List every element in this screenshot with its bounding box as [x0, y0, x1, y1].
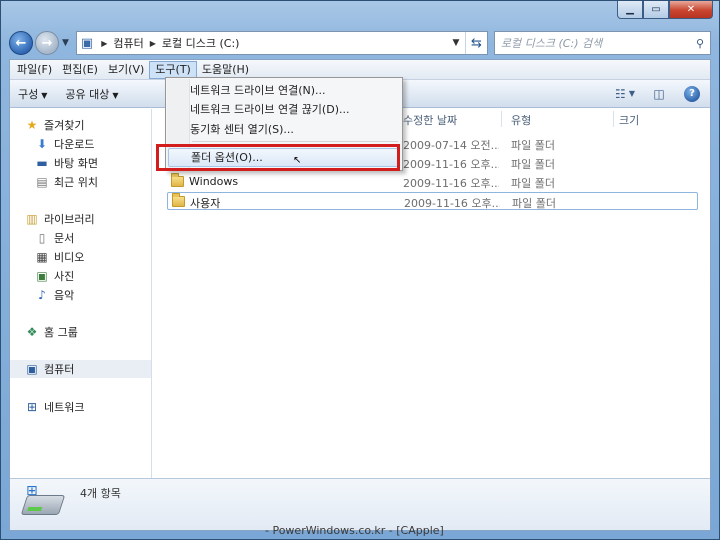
nav-libraries[interactable]: ▥ 라이브러리: [24, 210, 165, 228]
menu-view[interactable]: 보기(V): [103, 61, 149, 79]
menu-item-disconnect-network-drive[interactable]: 네트워크 드라이브 연결 끊기(D)...: [168, 100, 400, 119]
recent-places-icon: ▤: [36, 175, 48, 189]
mouse-cursor-icon: ↖: [293, 155, 302, 166]
libraries-icon: ▥: [26, 212, 38, 226]
item-count: 4개 항목: [80, 487, 121, 500]
file-type: 파일 폴더: [511, 158, 555, 171]
menu-tools[interactable]: 도구(T): [149, 60, 197, 79]
menu-item-open-sync-center[interactable]: 동기화 센터 열기(S)...: [168, 120, 400, 139]
view-options-button[interactable]: ☷ ▼: [615, 85, 635, 103]
file-type: 파일 폴더: [511, 139, 555, 152]
nav-label: 최근 위치: [54, 176, 98, 189]
menu-file[interactable]: 파일(F): [12, 61, 57, 79]
nav-label: 컴퓨터: [44, 363, 75, 376]
file-type: 파일 폴더: [511, 177, 555, 190]
menu-help[interactable]: 도움말(H): [197, 61, 254, 79]
refresh-button[interactable]: ⇆: [464, 32, 487, 54]
navigation-bar: ← → ▼ ▣ ▶ 컴퓨터 ▶ 로컬 디스크 (C:) ▼ ⇆ 로컬 디스크 (…: [9, 29, 711, 57]
computer-icon: ▣: [80, 35, 94, 51]
breadcrumb-computer[interactable]: 컴퓨터: [113, 35, 143, 51]
music-icon: ♪: [38, 288, 46, 302]
search-placeholder: 로컬 디스크 (C:) 검색: [500, 37, 603, 50]
nav-label: 바탕 화면: [54, 157, 98, 170]
downloads-folder-icon: ⬇: [36, 137, 48, 151]
column-divider[interactable]: [613, 111, 614, 127]
column-size[interactable]: 크기: [619, 112, 639, 128]
watermark: - PowerWindows.co.kr - [CApple]: [265, 524, 444, 537]
chevron-down-icon: ▼: [41, 90, 48, 100]
file-date: 2009-11-16 오후...: [403, 177, 499, 190]
nav-homegroup[interactable]: ❖ 홈 그룹: [24, 323, 165, 341]
nav-label: 네트워크: [44, 401, 85, 414]
file-row[interactable]: 사용자 2009-11-16 오후... 파일 폴더: [167, 192, 698, 210]
nav-network[interactable]: ⊞ 네트워크: [24, 398, 165, 416]
desktop-icon: ▬: [36, 156, 48, 170]
column-date-modified[interactable]: 수정한 날짜: [403, 112, 457, 128]
file-type: 파일 폴더: [512, 197, 556, 210]
network-icon: ⊞: [26, 400, 38, 414]
file-date: 2009-11-16 오후...: [403, 158, 499, 171]
video-icon: ▦: [36, 250, 48, 264]
file-name: Windows: [189, 175, 239, 188]
documents-icon: ▯: [38, 231, 46, 245]
file-row[interactable]: Windows 2009-11-16 오후... 파일 폴더: [167, 173, 698, 191]
folder-icon: [171, 173, 184, 187]
search-input[interactable]: 로컬 디스크 (C:) 검색 ⚲: [493, 31, 711, 55]
nav-label: 즐겨찾기: [44, 119, 85, 132]
forward-button[interactable]: →: [35, 31, 59, 55]
column-divider[interactable]: [501, 111, 502, 127]
highlight-box: [156, 144, 400, 171]
column-type[interactable]: 유형: [511, 112, 531, 128]
search-icon[interactable]: ⚲: [690, 37, 710, 50]
share-label: 공유 대상: [65, 87, 110, 101]
address-bar[interactable]: ▣ ▶ 컴퓨터 ▶ 로컬 디스크 (C:) ▼ ⇆: [75, 31, 488, 55]
menu-item-map-network-drive[interactable]: 네트워크 드라이브 연결(N)...: [168, 81, 400, 100]
nav-label: 다운로드: [54, 138, 95, 151]
file-date: 2009-11-16 오후...: [404, 197, 500, 210]
organize-label: 구성: [18, 87, 39, 101]
nav-label: 문서: [54, 232, 75, 245]
menu-separator: [192, 141, 398, 142]
breadcrumb-separator[interactable]: ▶: [150, 39, 156, 48]
arrow-left-icon: ←: [15, 35, 27, 51]
maximize-button[interactable]: ▭: [643, 1, 669, 19]
address-dropdown[interactable]: ▼: [447, 32, 465, 54]
details-pane: ⊞ 4개 항목: [10, 478, 710, 530]
preview-pane-button[interactable]: ◫: [650, 85, 668, 103]
close-button[interactable]: ✕: [669, 1, 713, 19]
breadcrumb-separator[interactable]: ▶: [101, 39, 107, 48]
nav-label: 비디오: [54, 251, 85, 264]
navigation-pane: ★ 즐겨찾기 ⬇ 다운로드 ▬ 바탕 화면 ▤ 최근 위치 ▥ 라이브러리 ▯ …: [10, 109, 152, 478]
pictures-icon: ▣: [36, 269, 48, 283]
menu-edit[interactable]: 편집(E): [57, 61, 103, 79]
windows-logo-icon: ⊞: [26, 483, 38, 499]
share-with-button[interactable]: 공유 대상 ▼: [65, 86, 118, 102]
nav-label: 사진: [54, 270, 75, 283]
chevron-down-icon: ▼: [112, 90, 119, 100]
file-name: 사용자: [190, 197, 221, 210]
chevron-down-icon: ▼: [628, 89, 635, 98]
window-controls: ▁ ▭ ✕: [617, 1, 713, 19]
refresh-icon: ⇆: [470, 35, 482, 51]
breadcrumb-local-disk[interactable]: 로컬 디스크 (C:): [162, 35, 240, 51]
nav-favorites[interactable]: ★ 즐겨찾기: [24, 116, 165, 134]
file-date: 2009-07-14 오전...: [403, 139, 499, 152]
star-icon: ★: [26, 118, 38, 132]
preview-pane-icon: ◫: [653, 86, 665, 101]
arrow-right-icon: →: [41, 35, 53, 51]
folder-icon: [172, 193, 185, 207]
back-button[interactable]: ←: [9, 31, 33, 55]
minimize-button[interactable]: ▁: [617, 1, 643, 19]
nav-computer[interactable]: ▣ 컴퓨터: [10, 360, 151, 378]
help-button[interactable]: ?: [684, 85, 700, 102]
computer-icon: ▣: [26, 362, 38, 376]
view-list-icon: ☷: [615, 86, 626, 101]
recent-pages-dropdown[interactable]: ▼: [62, 38, 69, 48]
nav-label: 라이브러리: [44, 213, 95, 226]
nav-label: 음악: [54, 289, 75, 302]
organize-button[interactable]: 구성 ▼: [18, 86, 47, 102]
nav-label: 홈 그룹: [44, 326, 78, 339]
homegroup-icon: ❖: [26, 325, 38, 339]
